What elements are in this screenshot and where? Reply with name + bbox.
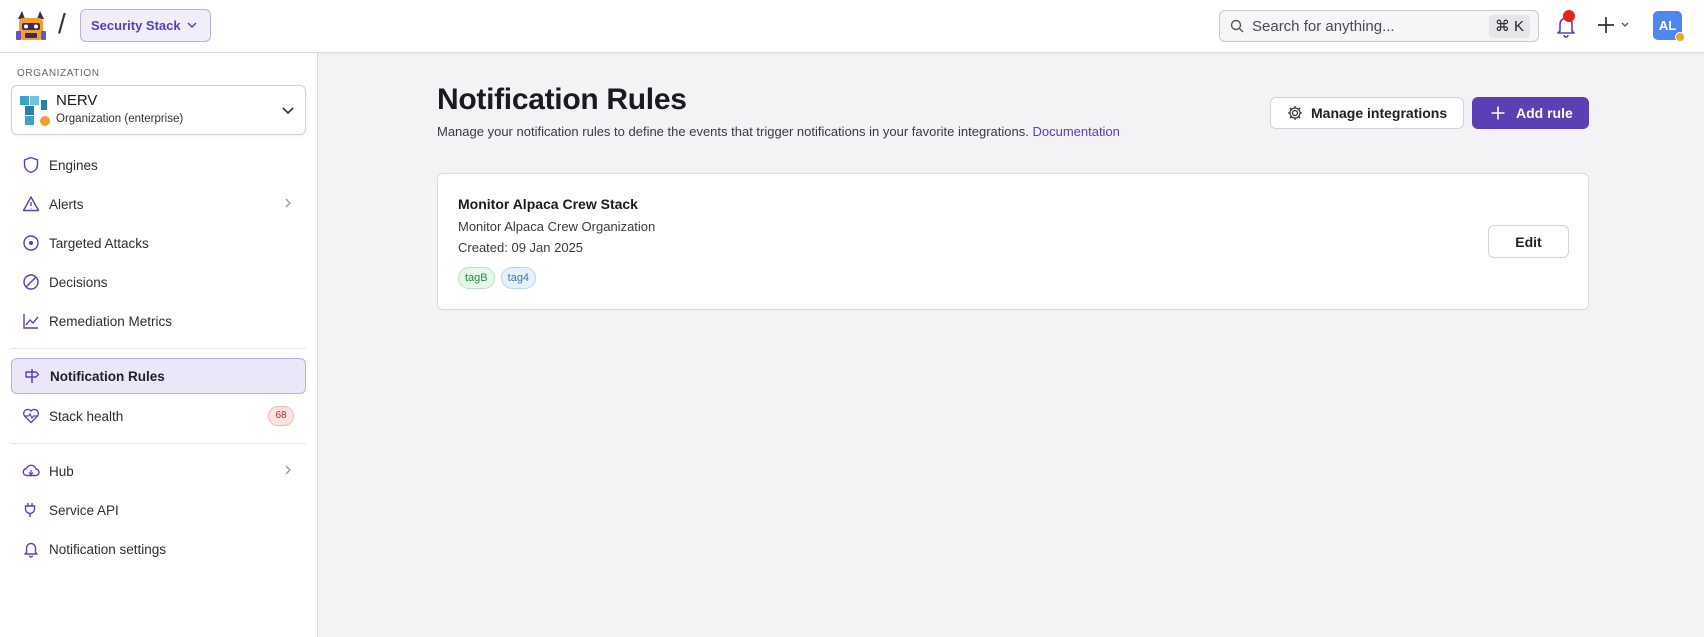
chevron-down-icon xyxy=(187,22,197,29)
org-section-label: ORGANIZATION xyxy=(17,68,100,79)
org-selector[interactable]: NERV Organization (enterprise) xyxy=(11,85,306,135)
sidebar-item-label: Decisions xyxy=(49,274,108,290)
org-logo xyxy=(20,96,50,126)
signpost-icon xyxy=(22,366,42,386)
sidebar-item-notification-rules[interactable]: Notification Rules xyxy=(11,358,306,394)
sidebar-item-service-api[interactable]: Service API xyxy=(11,492,306,528)
create-menu-plus-icon[interactable] xyxy=(1596,13,1632,37)
line-chart-icon xyxy=(21,311,41,331)
search-input[interactable]: Search for anything... ⌘ K xyxy=(1219,10,1539,42)
sidebar-item-remediation-metrics[interactable]: Remediation Metrics xyxy=(11,303,306,339)
sidebar-item-label: Stack health xyxy=(49,408,124,424)
rule-card: Monitor Alpaca Crew Stack Monitor Alpaca… xyxy=(437,173,1589,310)
rule-organization: Monitor Alpaca Crew Organization xyxy=(458,219,656,234)
target-icon xyxy=(21,233,41,253)
add-rule-label: Add rule xyxy=(1516,105,1573,121)
stack-health-badge: 68 xyxy=(268,406,294,426)
plug-icon xyxy=(21,500,41,520)
chevron-right-icon xyxy=(285,198,291,208)
sidebar-item-label: Hub xyxy=(49,463,74,479)
sidebar-item-alerts[interactable]: Alerts xyxy=(11,186,306,222)
app-logo[interactable] xyxy=(14,9,48,43)
sidebar-item-label: Notification Rules xyxy=(50,368,165,384)
page-description: Manage your notification rules to define… xyxy=(437,124,1120,139)
sidebar-item-notification-settings[interactable]: Notification settings xyxy=(11,531,306,567)
stack-selector[interactable]: Security Stack xyxy=(80,9,211,42)
avatar-initials: AL xyxy=(1658,18,1677,33)
sidebar-item-targeted-attacks[interactable]: Targeted Attacks xyxy=(11,225,306,261)
sidebar-item-label: Service API xyxy=(49,502,119,518)
sidebar-item-label: Remediation Metrics xyxy=(49,313,173,329)
manage-integrations-label: Manage integrations xyxy=(1311,105,1448,121)
shield-icon xyxy=(21,155,41,175)
top-bar: / Security Stack Search for anything... … xyxy=(0,0,1704,53)
sidebar-item-label: Engines xyxy=(49,157,98,173)
tag-badge: tagB xyxy=(458,267,495,289)
search-shortcut: ⌘ K xyxy=(1488,15,1530,38)
chevron-right-icon xyxy=(285,465,291,475)
ban-icon xyxy=(21,272,41,292)
chevron-down-icon xyxy=(282,107,294,115)
breadcrumb-separator: / xyxy=(58,8,66,39)
search-placeholder: Search for anything... xyxy=(1252,17,1395,35)
sidebar: ORGANIZATION NERV Organization (enterpri… xyxy=(0,53,318,637)
heartbeat-icon xyxy=(21,406,41,426)
sidebar-divider xyxy=(11,348,306,349)
edit-rule-button[interactable]: Edit xyxy=(1488,225,1569,258)
sidebar-item-engines[interactable]: Engines xyxy=(11,147,306,183)
plus-icon xyxy=(1490,105,1506,121)
page-title: Notification Rules xyxy=(437,83,687,116)
warning-icon xyxy=(21,194,41,214)
sidebar-item-decisions[interactable]: Decisions xyxy=(11,264,306,300)
search-icon xyxy=(1230,19,1244,33)
stack-selector-label: Security Stack xyxy=(91,18,181,33)
rule-created-date: Created: 09 Jan 2025 xyxy=(458,240,584,255)
org-name: NERV xyxy=(56,92,98,109)
org-type: Organization (enterprise) xyxy=(56,113,184,125)
sidebar-item-hub[interactable]: Hub xyxy=(11,453,306,489)
gear-icon xyxy=(1287,105,1303,121)
add-rule-button[interactable]: Add rule xyxy=(1472,97,1589,129)
bell-icon xyxy=(21,539,41,559)
avatar-status-badge xyxy=(1675,32,1685,42)
rule-name: Monitor Alpaca Crew Stack xyxy=(458,196,638,212)
tag-badge: tag4 xyxy=(500,267,537,289)
page-description-text: Manage your notification rules to define… xyxy=(437,124,1029,139)
cloud-download-icon xyxy=(21,461,41,481)
sidebar-item-label: Alerts xyxy=(49,196,84,212)
documentation-link[interactable]: Documentation xyxy=(1032,124,1119,139)
notification-dot xyxy=(1563,10,1575,22)
sidebar-item-label: Targeted Attacks xyxy=(49,235,149,251)
sidebar-item-stack-health[interactable]: Stack health 68 xyxy=(11,398,306,434)
rule-tags: tagB tag4 xyxy=(458,267,537,289)
sidebar-divider xyxy=(11,443,306,444)
manage-integrations-button[interactable]: Manage integrations xyxy=(1270,97,1464,129)
sidebar-item-label: Notification settings xyxy=(49,541,167,557)
